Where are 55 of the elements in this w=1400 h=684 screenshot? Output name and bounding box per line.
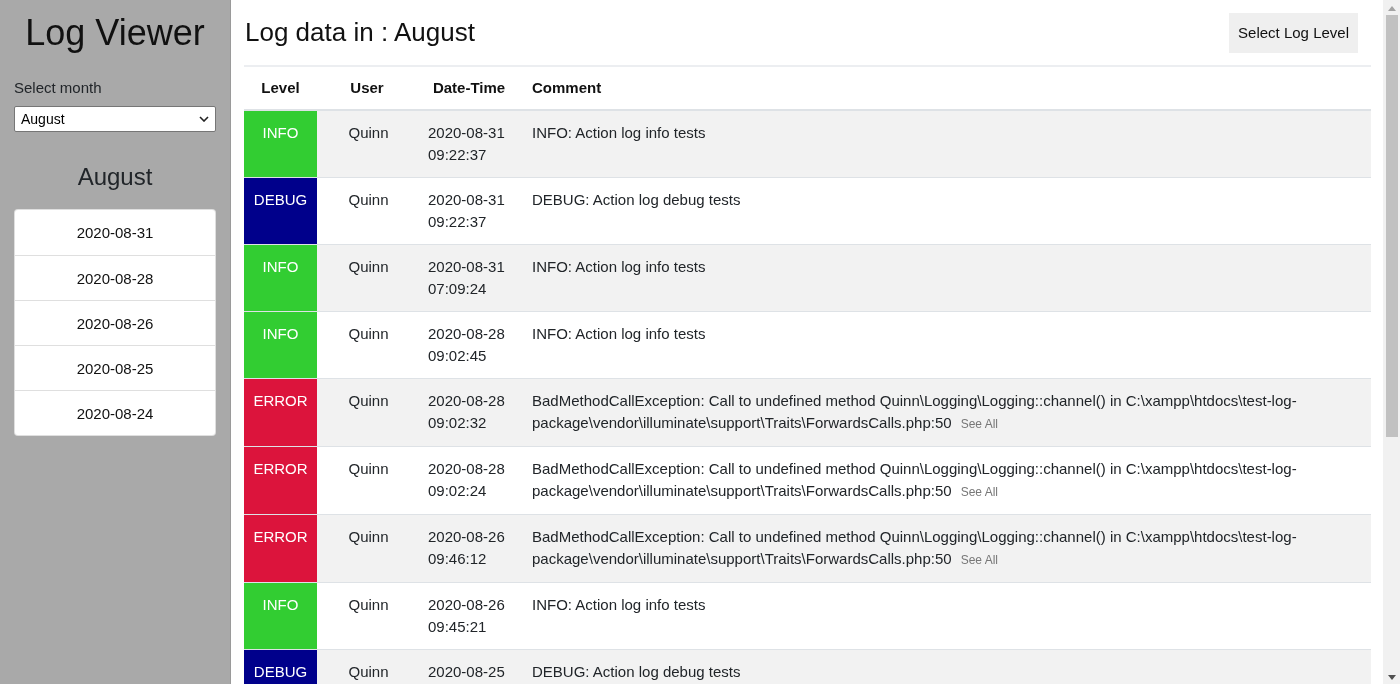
level-cell: INFO (244, 110, 317, 178)
user-cell: Quinn (317, 177, 417, 245)
level-cell: DEBUG (244, 177, 317, 245)
comment-cell: BadMethodCallException: Call to undefined method Quinn\Logging\Logging::channel() in C:\xampp\htdocs\test-log-package\vendor\illuminate\support\Traits\ForwardsCalls.php:50 See All (521, 514, 1371, 583)
comment-cell: INFO: Action log info tests (521, 110, 1371, 178)
see-all-link[interactable]: See All (960, 485, 998, 499)
month-heading: August (77, 162, 153, 192)
month-label: Select month (14, 78, 102, 98)
level-cell: DEBUG (244, 649, 317, 684)
comment-cell: BadMethodCallException: Call to undefined method Quinn\Logging\Logging::channel() in C:\xampp\htdocs\test-log-package\vendor\illuminate\support\Traits\ForwardsCalls.php:50 See All (521, 446, 1371, 515)
app-title: Log Viewer (25, 11, 205, 55)
date-item[interactable]: 2020-08-26 (15, 300, 215, 345)
scrollbar-thumb[interactable] (1385, 15, 1398, 437)
date-item[interactable]: 2020-08-28 (15, 255, 215, 300)
user-cell: Quinn (317, 378, 417, 447)
select-level-button[interactable]: Select Log Level (1229, 12, 1358, 53)
date-time-cell: 2020-08-28 09:02:24 (417, 446, 521, 515)
date-time-cell: 2020-08-31 09:22:37 (417, 110, 521, 178)
comment-cell: INFO: Action log info tests (521, 244, 1371, 312)
date-time-cell: 2020-08-28 09:02:32 (417, 378, 521, 447)
comment-cell: INFO: Action log info tests (521, 582, 1371, 650)
chevron-down-icon (199, 116, 209, 122)
date-time-cell: 2020-08-31 07:09:24 (417, 244, 521, 312)
scroll-up-icon[interactable] (1387, 6, 1396, 11)
date-time-cell: 2020-08-26 09:45:21 (417, 582, 521, 650)
level-cell: ERROR (244, 514, 317, 583)
level-cell: INFO (244, 582, 317, 650)
level-cell: INFO (244, 244, 317, 312)
comment-cell: INFO: Action log info tests (521, 311, 1371, 379)
date-item[interactable]: 2020-08-24 (15, 390, 215, 435)
date-item[interactable]: 2020-08-31 (15, 210, 215, 255)
user-cell: Quinn (317, 446, 417, 515)
see-all-link[interactable]: See All (960, 417, 998, 431)
comment-cell: DEBUG: Action log debug tests (521, 177, 1371, 245)
page-title: Log data in : August (245, 17, 475, 48)
scroll-down-icon[interactable] (1387, 675, 1396, 680)
date-time-cell: 2020-08-31 09:22:37 (417, 177, 521, 245)
level-cell: INFO (244, 311, 317, 379)
user-cell: Quinn (317, 514, 417, 583)
level-cell: ERROR (244, 378, 317, 447)
date-item[interactable]: 2020-08-25 (15, 345, 215, 390)
user-cell: Quinn (317, 244, 417, 312)
see-all-link[interactable]: See All (960, 553, 998, 567)
user-cell: Quinn (317, 110, 417, 178)
user-cell: Quinn (317, 649, 417, 684)
scrollbar[interactable] (1383, 0, 1400, 684)
level-cell: ERROR (244, 446, 317, 515)
user-cell: Quinn (317, 311, 417, 379)
date-time-cell: 2020-08-28 09:02:45 (417, 311, 521, 379)
comment-cell: DEBUG: Action log debug tests (521, 649, 1371, 684)
date-time-cell: 2020-08-26 09:46:12 (417, 514, 521, 583)
user-cell: Quinn (317, 582, 417, 650)
date-time-cell: 2020-08-25 (417, 649, 521, 684)
comment-cell: BadMethodCallException: Call to undefined method Quinn\Logging\Logging::channel() in C:\xampp\htdocs\test-log-package\vendor\illuminate\support\Traits\ForwardsCalls.php:50 See All (521, 378, 1371, 447)
month-select[interactable]: August (14, 106, 216, 132)
